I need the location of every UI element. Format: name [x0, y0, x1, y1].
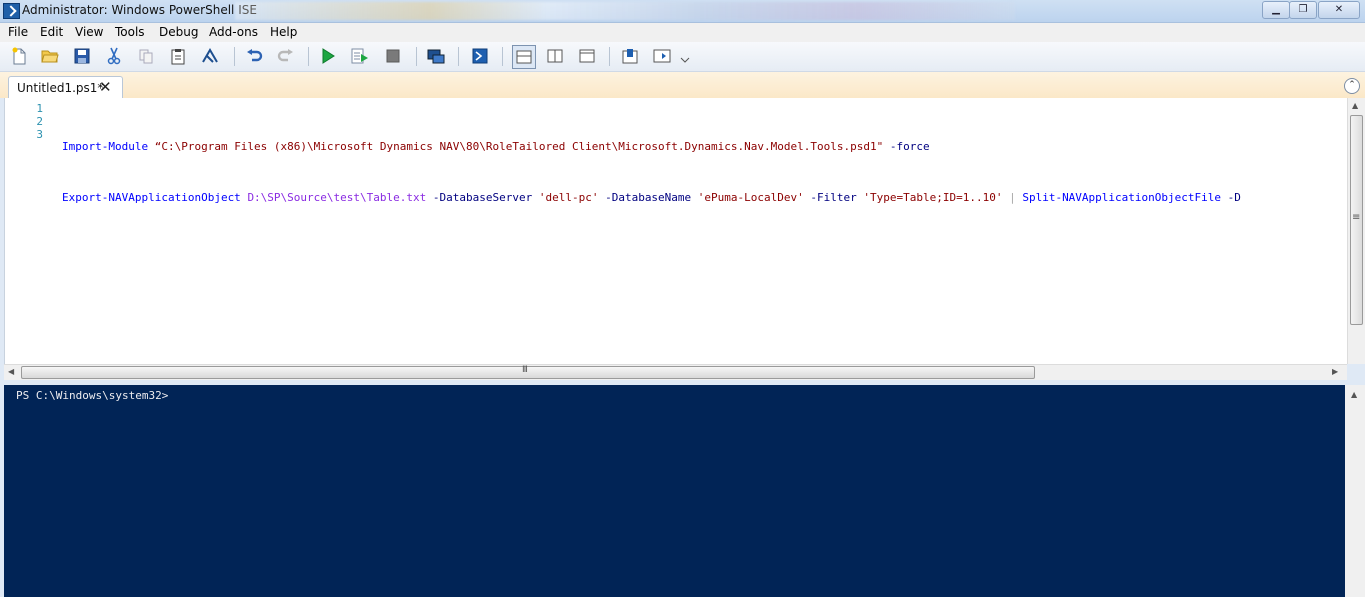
run-icon[interactable]	[318, 46, 338, 66]
token-string: “C:\Program Files (x86)\Microsoft Dynami…	[154, 140, 884, 153]
scroll-left-arrow-icon[interactable]: ◀	[8, 367, 14, 376]
line-number-gutter: 1 2 3	[5, 102, 43, 141]
save-icon[interactable]	[72, 46, 92, 66]
toolbar-overflow-icon[interactable]	[680, 54, 690, 66]
toolbar	[0, 42, 1365, 72]
open-icon[interactable]	[40, 46, 60, 66]
undo-icon[interactable]	[244, 46, 264, 66]
token-string: 'Type=Table;ID=1..10'	[863, 191, 1003, 204]
tab-label: Untitled1.ps1*	[17, 81, 104, 95]
scroll-thumb[interactable]: ≡	[1350, 115, 1363, 325]
token-parameter: -DatabaseServer	[432, 191, 533, 204]
menu-edit[interactable]: Edit	[40, 25, 63, 39]
menu-file[interactable]: File	[8, 25, 28, 39]
token-string: 'dell-pc'	[538, 191, 599, 204]
code-line-3[interactable]	[62, 242, 1241, 255]
editor-vertical-scrollbar[interactable]: ▲ ≡	[1347, 98, 1365, 364]
script-pane-right-icon[interactable]	[545, 46, 565, 66]
menu-tools[interactable]: Tools	[115, 25, 145, 39]
new-icon[interactable]	[9, 46, 29, 66]
powershell-ise-icon	[3, 3, 20, 19]
console-prompt: PS C:\Windows\system32>	[16, 389, 169, 402]
script-editor[interactable]: 1 2 3 Import-Module “C:\Program Files (x…	[4, 98, 1348, 364]
script-tab-strip: Untitled1.ps1* ✕ ⌃	[0, 72, 1365, 99]
script-pane-maximized-icon[interactable]	[577, 46, 597, 66]
scroll-up-arrow-icon[interactable]: ▲	[1352, 101, 1358, 110]
run-selection-icon[interactable]	[350, 46, 370, 66]
menu-addons[interactable]: Add-ons	[209, 25, 258, 39]
menu-help[interactable]: Help	[270, 25, 297, 39]
token-parameter: -Filter	[810, 191, 857, 204]
close-tab-icon[interactable]: ✕	[99, 78, 112, 96]
console-pane[interactable]: PS C:\Windows\system32>	[4, 385, 1345, 597]
scroll-thumb[interactable]: III	[21, 365, 1035, 379]
restore-button[interactable]: ❐	[1289, 1, 1317, 19]
close-button[interactable]: ✕	[1318, 1, 1360, 19]
code-line-1[interactable]: Import-Module “C:\Program Files (x86)\Mi…	[62, 140, 1241, 153]
background-taskbar-blur	[235, 2, 1015, 20]
menu-view[interactable]: View	[75, 25, 103, 39]
token-pipe: |	[1009, 191, 1016, 204]
editor-horizontal-scrollbar[interactable]: ◀ III ▶	[4, 364, 1347, 380]
line-number: 2	[36, 115, 43, 128]
stop-icon[interactable]	[383, 46, 403, 66]
token-argument: D:\SP\Source\test\Table.txt	[247, 191, 427, 204]
copy-icon[interactable]	[136, 46, 156, 66]
line-number: 1	[36, 102, 43, 115]
scroll-grip-icon: ≡	[1352, 212, 1361, 223]
show-command-addon-icon[interactable]	[652, 46, 672, 66]
console-vertical-scrollbar[interactable]: ▲	[1345, 385, 1365, 597]
collapse-pane-icon[interactable]: ⌃	[1344, 78, 1360, 94]
minimize-button[interactable]: ▁	[1262, 1, 1290, 19]
token-parameter: -DatabaseName	[605, 191, 692, 204]
token-command: Import-Module	[62, 140, 149, 153]
cut-icon[interactable]	[104, 46, 124, 66]
tab-untitled1[interactable]: Untitled1.ps1* ✕	[8, 76, 123, 99]
scroll-grip-icon: III	[522, 365, 528, 375]
code-line-2[interactable]: Export-NAVApplicationObject D:\SP\Source…	[62, 191, 1241, 204]
token-parameter: -D	[1227, 191, 1241, 204]
redo-icon[interactable]	[276, 46, 296, 66]
scroll-right-arrow-icon[interactable]: ▶	[1332, 367, 1338, 376]
paste-icon[interactable]	[168, 46, 188, 66]
clear-console-icon[interactable]	[200, 46, 220, 66]
script-pane-top-icon[interactable]	[512, 45, 536, 69]
title-bar: Administrator: Windows PowerShell ISE ▁ …	[0, 0, 1365, 23]
token-parameter: -force	[889, 140, 930, 153]
powershell-console-icon[interactable]	[470, 46, 490, 66]
code-area[interactable]: Import-Module “C:\Program Files (x86)\Mi…	[62, 102, 1241, 293]
menu-debug[interactable]: Debug	[159, 25, 198, 39]
token-string: 'ePuma-LocalDev'	[697, 191, 804, 204]
window-title: Administrator: Windows PowerShell ISE	[22, 3, 257, 17]
token-command: Export-NAVApplicationObject	[62, 191, 241, 204]
show-command-window-icon[interactable]	[620, 46, 640, 66]
line-number: 3	[36, 128, 43, 141]
menu-bar: File Edit View Tools Debug Add-ons Help	[0, 23, 1365, 42]
remote-powershell-icon[interactable]	[426, 46, 446, 66]
scroll-up-arrow-icon[interactable]: ▲	[1351, 390, 1357, 399]
token-command: Split-NAVApplicationObjectFile	[1022, 191, 1222, 204]
